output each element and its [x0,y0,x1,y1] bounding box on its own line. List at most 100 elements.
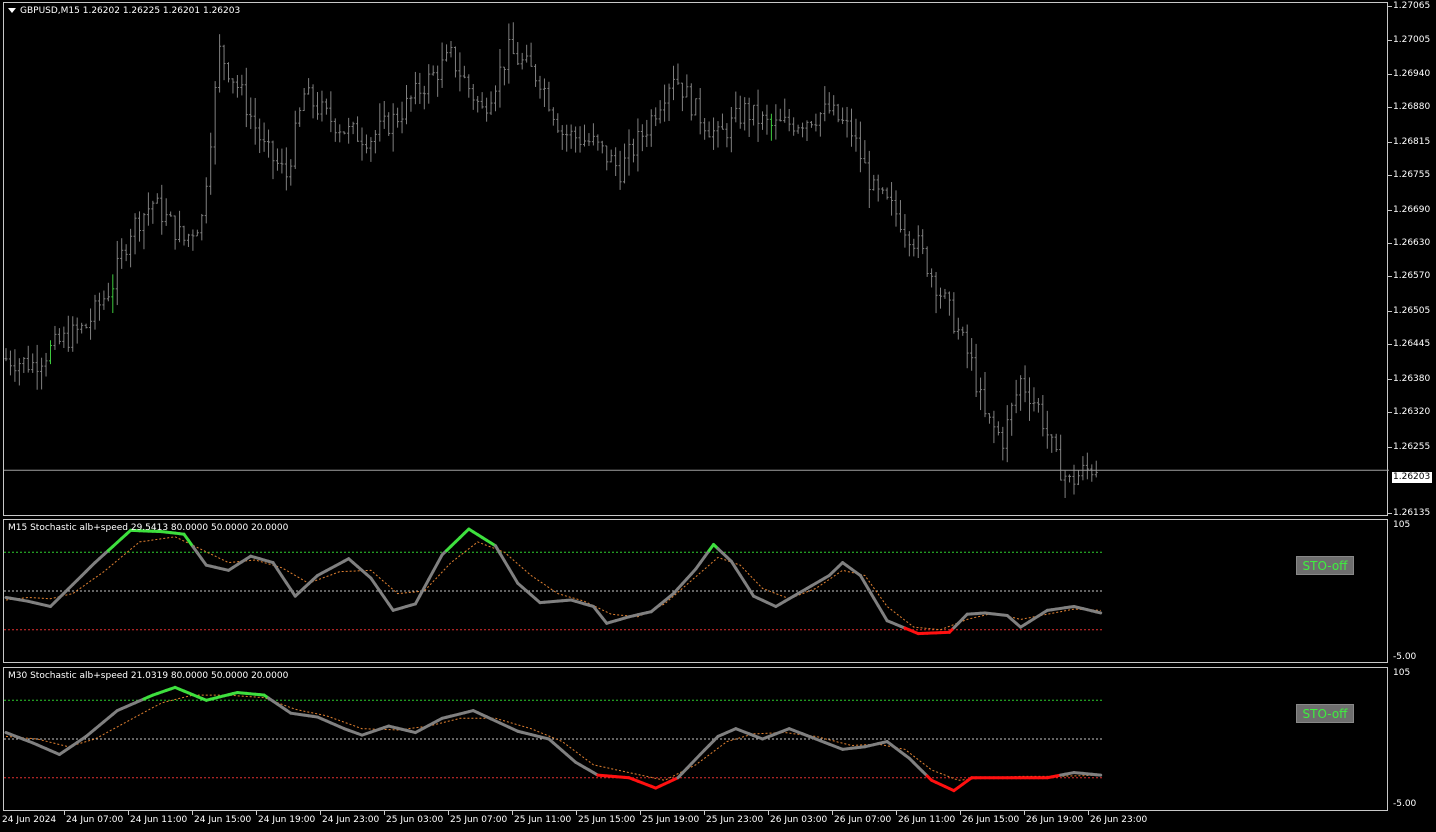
price-bar [8,350,12,376]
price-bar [4,348,8,362]
price-bar [97,292,101,321]
price-bar [271,140,275,180]
price-bar [796,124,800,134]
m30-scale-bottom: -5.00 [1393,799,1417,809]
time-axis-label: 26 Jun 07:00 [834,815,892,825]
price-bar [907,231,911,257]
price-axis-label: 1.26255 [1393,442,1431,452]
time-axis-label: 24 Jun 23:00 [322,815,380,825]
price-bar [133,213,137,255]
price-chart-canvas[interactable] [4,3,1389,517]
price-bar [142,212,146,250]
price-bar [480,92,484,109]
time-axis-label: 24 Jun 07:00 [66,815,124,825]
time-axis-label: 26 Jun 23:00 [1090,815,1148,825]
price-bar [44,352,48,377]
time-axis-label: 24 Jun 2024 [2,815,57,825]
price-bar [672,65,675,101]
price-bar [547,81,551,112]
price-bar [818,112,822,137]
price-bar [805,120,809,142]
price-bar [280,148,284,174]
price-bar [712,117,716,150]
price-bar [249,97,253,129]
price-bar [440,42,444,88]
price-bar [600,140,604,154]
price-bar [809,121,813,128]
m30-stochastic-canvas[interactable] [4,668,1389,812]
sto-off-button-m15[interactable]: STO-off [1296,556,1354,575]
price-bar [186,233,190,247]
price-bar [680,82,684,112]
price-bar [1094,460,1098,478]
time-axis-label: 25 Jun 07:00 [450,815,508,825]
price-axis-label: 1.26445 [1393,339,1431,349]
price-bar [275,148,279,171]
price-bar [289,159,293,186]
price-bar [155,193,159,204]
price-bar [894,190,898,227]
price-bar [556,113,560,133]
price-bar [40,357,44,390]
price-bar [66,315,70,352]
price-bar [1059,434,1063,481]
price-bar [569,124,573,149]
price-bar [663,84,667,122]
price-bar [489,91,493,115]
price-bar [1081,456,1085,481]
price-bar [302,88,306,112]
price-bar [529,42,533,67]
price-bar [227,62,230,83]
price-bar [689,83,693,121]
stochastic-signal-line [5,694,1101,781]
price-bar [734,91,738,123]
m15-stochastic-title: M15 Stochastic alb+speed 29.5413 80.0000… [8,523,289,533]
price-bar [538,75,542,99]
price-axis-label: 1.26630 [1393,238,1431,248]
m15-stochastic-pane[interactable]: M15 Stochastic alb+speed 29.5413 80.0000… [3,519,1388,663]
price-axis-label: 1.27065 [1393,1,1431,11]
price-bar [623,143,627,184]
price-bar [614,147,618,177]
price-bar [151,200,155,224]
price-bar [769,113,773,141]
price-bar [35,344,39,390]
price-bar [640,124,644,152]
price-bar [351,121,355,135]
sto-off-button-m30[interactable]: STO-off [1296,704,1354,723]
price-bar [13,349,17,382]
time-axis-label: 24 Jun 11:00 [130,815,188,825]
price-bar [431,65,435,76]
price-bar [1036,398,1040,413]
price-bar [1085,452,1089,480]
time-axis-label: 26 Jun 11:00 [898,815,956,825]
price-bar [195,229,199,237]
price-bar [329,91,333,133]
price-bar [449,40,453,58]
price-bar [903,214,907,248]
price-bar [373,129,377,154]
price-bar [111,274,115,314]
price-bar [93,294,97,330]
price-bar [934,272,938,314]
price-bar [1028,377,1031,421]
price-bar [1041,395,1045,437]
time-axis-label: 26 Jun 15:00 [962,815,1020,825]
price-bar [502,66,506,86]
triangle-down-icon[interactable] [8,8,16,13]
price-bar [591,123,595,146]
m30-scale-top: 105 [1393,668,1411,678]
price-bar [400,101,404,134]
price-bar [534,64,538,87]
price-bar [876,174,880,202]
m15-stochastic-canvas[interactable] [4,520,1389,664]
price-bar [627,129,631,176]
price-bar [26,345,30,373]
price-bar [84,323,88,329]
price-bar [605,145,609,171]
price-bar [427,64,431,104]
price-bar [396,107,400,128]
m30-stochastic-pane[interactable]: M30 Stochastic alb+speed 21.0319 80.0000… [3,667,1388,811]
price-chart-pane[interactable]: GBPUSD,M15 1.26202 1.26225 1.26201 1.262… [3,2,1389,517]
price-bar [57,328,61,345]
